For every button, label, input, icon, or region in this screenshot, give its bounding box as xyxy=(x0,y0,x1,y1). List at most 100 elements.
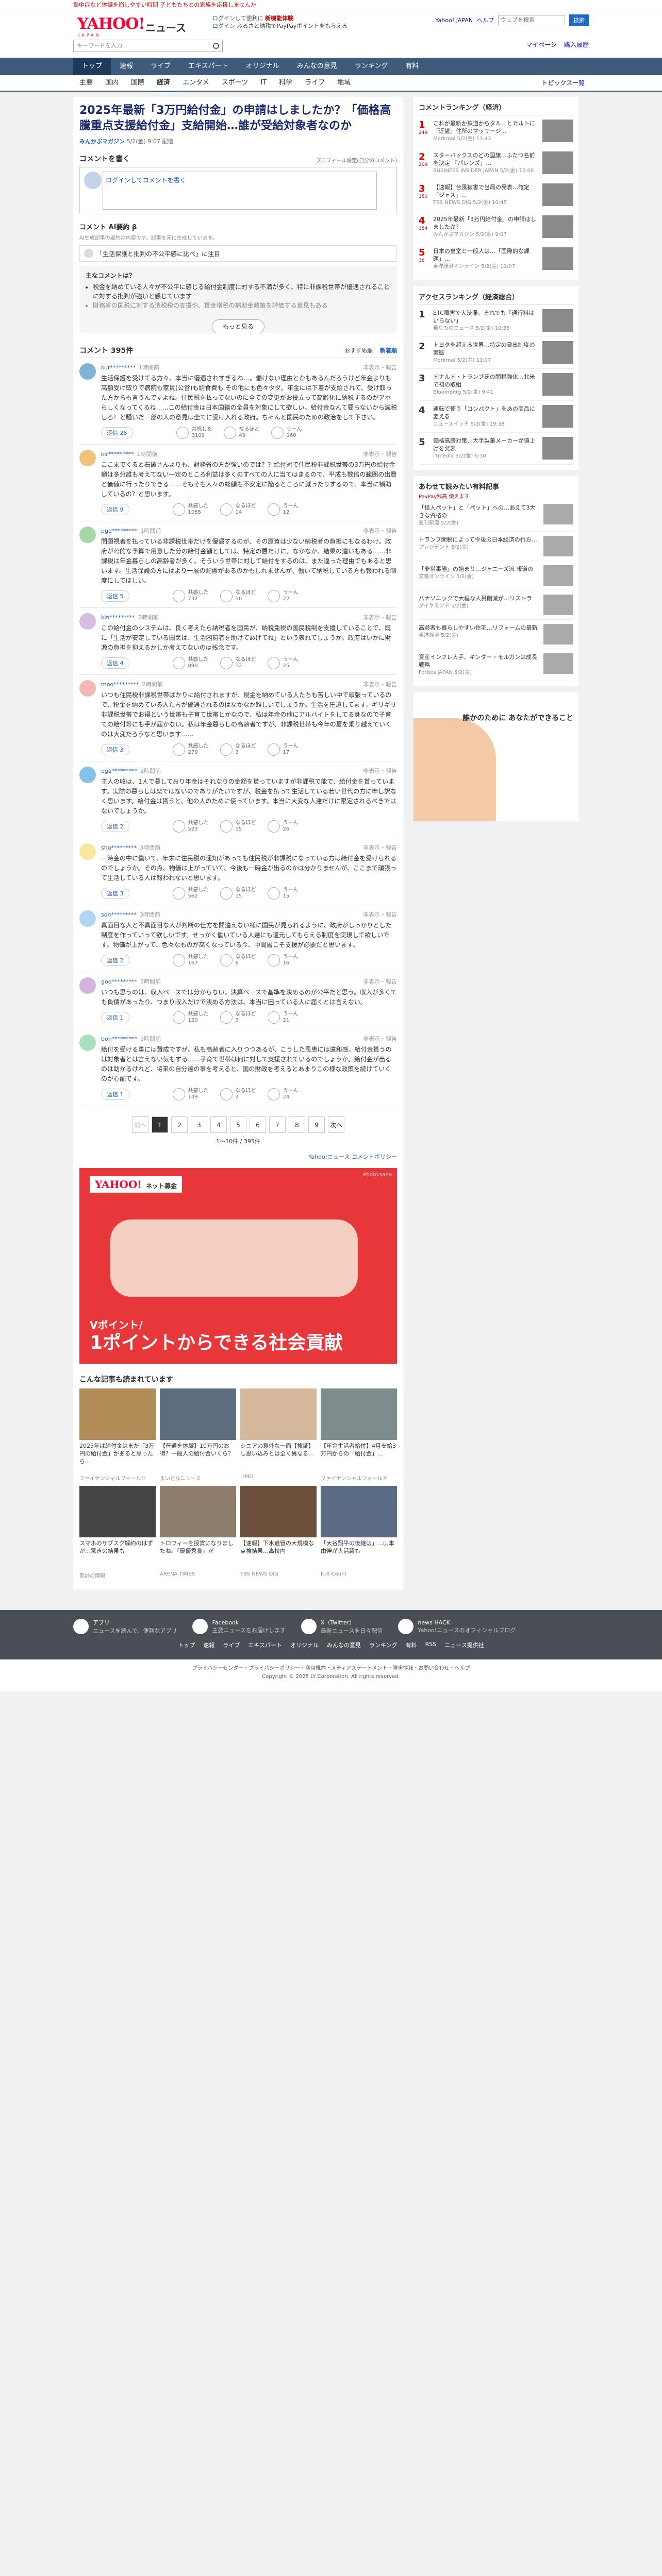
article-title[interactable]: 2025年最新「3万円給付金」の申請はしましたか？「価格高騰重点支援給付金」支給… xyxy=(79,103,397,134)
rank-title[interactable]: スターバックスのどの国旗…ふたつ名前を決定 「パレンズ」… xyxy=(433,151,538,167)
comment-user[interactable]: moo********* xyxy=(101,681,139,688)
paid-title[interactable]: 資産インフレ大手、キンダー・モルガンは成長戦略 xyxy=(419,653,540,669)
promo-new-feature[interactable]: 新機能体験 xyxy=(265,15,293,22)
recommend-title[interactable]: 【速報】下水道管の大規模な点検結果…高校内 xyxy=(240,1539,317,1570)
comment-user[interactable]: oga********* xyxy=(101,768,137,774)
reaction-button[interactable]: なるほど 10 xyxy=(220,590,256,602)
reply-button[interactable]: 返信 2 xyxy=(101,821,129,832)
reaction-button[interactable]: うーん 17 xyxy=(267,743,299,756)
reaction-button[interactable]: 共感した 279 xyxy=(172,743,209,756)
access-title[interactable]: トヨタを超える世界…特定の貸出制度の実態 xyxy=(433,341,538,357)
reaction-button[interactable]: うーん 16 xyxy=(267,954,299,967)
reaction-button[interactable]: うーん 15 xyxy=(267,887,299,900)
report-link[interactable]: 非表示・報告 xyxy=(363,767,397,775)
reply-button[interactable]: 返信 3 xyxy=(101,888,129,899)
category-item-9[interactable]: 地域 xyxy=(331,75,357,92)
avatar[interactable] xyxy=(79,680,96,697)
yahoo-japan-link[interactable]: Yahoo! JAPAN xyxy=(435,17,473,24)
recommend-title[interactable]: 【年金生活者給付】4月支給3万円からの「給付金」… xyxy=(321,1442,397,1473)
reply-button[interactable]: 返信 3 xyxy=(101,744,129,755)
ranking-item[interactable]: 4 154 2025年最新「3万円給付金」の申請はしましたか？ みんかぶマガジン 5/… xyxy=(419,211,573,243)
report-link[interactable]: 非表示・報告 xyxy=(363,680,397,688)
report-link[interactable]: 非表示・報告 xyxy=(363,1035,397,1043)
recommend-card[interactable]: スマホのサブスク解約のはずが…驚きの結果も 家計の情報 xyxy=(79,1486,156,1579)
reaction-button[interactable]: なるほど 15 xyxy=(220,820,256,833)
footer-link[interactable]: トップ xyxy=(178,1641,195,1649)
reaction-button[interactable]: 共感した 523 xyxy=(172,820,209,833)
paid-item[interactable]: トランプ関税によって今後の日本経済の行方… プレジデント 5/2(金) xyxy=(419,532,573,561)
help-link[interactable]: ヘルプ xyxy=(477,16,494,24)
footer-link[interactable]: みんなの意見 xyxy=(327,1641,361,1649)
pager-page[interactable]: 6 xyxy=(250,1116,266,1133)
footer-item[interactable]: アプリ ニュースを読んで、便利なアプリ xyxy=(73,1618,177,1635)
reaction-button[interactable]: 共感した 890 xyxy=(172,657,209,669)
reply-button[interactable]: 返信 25 xyxy=(101,427,133,438)
pager-page[interactable]: 8 xyxy=(289,1116,305,1133)
rank-title[interactable]: これが最新か鉄道からタル…とカルトに「近畿」住所のマッサージ… xyxy=(433,120,538,135)
access-title[interactable]: 運転で使う「コンパクト」をあの商品に変える xyxy=(433,405,538,420)
paid-item[interactable]: 「非常事態」の始まり…ジャニーズ流 報道の 文春オンライン 5/2(金) xyxy=(419,561,573,590)
reply-button[interactable]: 返信 2 xyxy=(101,955,129,966)
pager-page[interactable]: 1 xyxy=(152,1116,168,1133)
ranking-item[interactable]: 2 209 スターバックスのどの国旗…ふたつ名前を決定 「パレンズ」… BUSINES… xyxy=(419,147,573,179)
pager-page[interactable]: 2 xyxy=(171,1116,188,1133)
pager-next[interactable]: 次へ xyxy=(328,1116,344,1133)
report-link[interactable]: 非表示・報告 xyxy=(363,363,397,371)
recommend-card[interactable]: 2025年は給付金はまだ「3万円の給付金」があると思ったら… ファイナンシャルフィ… xyxy=(79,1388,156,1482)
footer-link[interactable]: RSS xyxy=(425,1641,437,1649)
pager-page[interactable]: 4 xyxy=(210,1116,227,1133)
reaction-button[interactable]: うーん 12 xyxy=(267,503,299,516)
ranking-item[interactable]: 5 36 日本の皇室と一般人は…「国際的な課題」… 東洋経済オンライン 5/2(金) … xyxy=(419,243,573,275)
footer-item[interactable]: news HACK Yahoo!ニュースのオフィシャルブログ xyxy=(398,1618,516,1635)
category-item-4[interactable]: エンタメ xyxy=(176,75,216,92)
reaction-button[interactable]: 共感した 732 xyxy=(172,590,209,602)
show-more-button[interactable]: もっと見る xyxy=(211,319,265,333)
category-item-2[interactable]: 国際 xyxy=(125,75,151,92)
pager-page[interactable]: 9 xyxy=(308,1116,325,1133)
avatar[interactable] xyxy=(79,527,96,543)
category-item-1[interactable]: 国内 xyxy=(99,75,125,92)
category-item-0[interactable]: 主要 xyxy=(73,75,99,92)
reply-button[interactable]: 返信 1 xyxy=(101,1012,129,1023)
purchase-history-link[interactable]: 購入履歴 xyxy=(564,40,589,49)
paid-item[interactable]: 高齢者も暮らしやすい住宅…リフォームの最新 東洋経済 5/2(金) xyxy=(419,620,573,649)
recommend-title[interactable]: シニアの意外な一面【検証】し思い込みとは全く異なる… xyxy=(240,1442,317,1473)
nav-item-5[interactable]: みんなの意見 xyxy=(288,58,346,75)
report-link[interactable]: 非表示・報告 xyxy=(363,977,397,986)
search-icon[interactable] xyxy=(213,43,219,49)
avatar[interactable] xyxy=(79,767,96,783)
paid-title[interactable]: トランプ関税によって今後の日本経済の行方… xyxy=(419,536,540,544)
recommend-title[interactable]: 2025年は給付金はまだ「3万円の給付金」があると思ったら… xyxy=(79,1442,156,1473)
promo-login-link[interactable]: ログイン xyxy=(212,23,235,29)
avatar[interactable] xyxy=(79,843,96,860)
sort-newest[interactable]: 新着順 xyxy=(380,346,397,354)
paid-title[interactable]: 「非常事態」の始まり…ジャニーズ流 報道の xyxy=(419,565,540,573)
category-item-5[interactable]: スポーツ xyxy=(216,75,255,92)
footer-item[interactable]: Facebook 主要ニュースをお届けします xyxy=(192,1618,286,1635)
recommend-title[interactable]: 【普通を体験】10万円のお得？一般人の給付金いくら？ xyxy=(160,1442,236,1473)
pager-prev[interactable]: 前へ xyxy=(132,1116,148,1133)
reaction-button[interactable]: なるほど 49 xyxy=(223,427,260,439)
ranking-item[interactable]: 1 249 これが最新か鉄道からタル…とカルトに「近畿」住所のマッサージ… Merkm… xyxy=(419,115,573,147)
comment-user[interactable]: pgd********* xyxy=(101,528,137,534)
reply-button[interactable]: 返信 9 xyxy=(101,504,129,515)
recommend-title[interactable]: トロフィーを授賞になりましたね。「最優秀賞」が xyxy=(160,1539,236,1570)
category-item-8[interactable]: ライフ xyxy=(299,75,331,92)
nav-item-2[interactable]: ライブ xyxy=(142,58,179,75)
comment-guide-link[interactable]: プロフィール設定(自分のコメント) xyxy=(316,156,397,164)
reaction-button[interactable]: うーん 24 xyxy=(267,1088,299,1100)
access-title[interactable]: 価格高騰対策、大手製菓メーカーが値上げを発表 xyxy=(433,437,538,452)
nav-item-1[interactable]: 速報 xyxy=(111,58,142,75)
recommend-title[interactable]: スマホのサブスク解約のはずが…驚きの結果も xyxy=(79,1539,156,1570)
web-search-button[interactable]: 検索 xyxy=(569,14,589,26)
reaction-button[interactable]: 共感した 149 xyxy=(172,1088,209,1100)
access-title[interactable]: ドナルド・トランプ氏の関税強化…北米で初の取組 xyxy=(433,373,538,388)
reply-button[interactable]: 返信 1 xyxy=(101,1089,129,1100)
reaction-button[interactable]: なるほど 12 xyxy=(220,657,256,669)
report-link[interactable]: 非表示・報告 xyxy=(363,450,397,458)
report-link[interactable]: 非表示・報告 xyxy=(363,843,397,852)
nav-item-3[interactable]: エキスパート xyxy=(179,58,237,75)
recommend-card[interactable]: 【速報】下水道管の大規模な点検結果…高校内 TBS NEWS DIG xyxy=(240,1486,317,1579)
avatar[interactable] xyxy=(79,613,96,630)
announce-text[interactable]: 熱中症など体調を崩しやすい時期 子どもたちとの家族を応援しませんか xyxy=(73,0,589,10)
